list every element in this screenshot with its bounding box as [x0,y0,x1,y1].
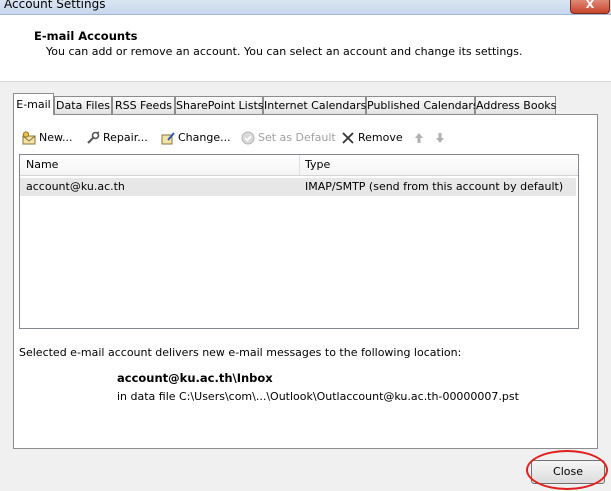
repair-button[interactable]: Repair... [86,130,148,146]
data-file-path: in data file C:\Users\com\...\Outlook\Ou… [117,390,519,403]
repair-button-label: Repair... [103,131,148,144]
arrow-down-icon [433,131,447,145]
header-panel: E-mail Accounts You can add or remove an… [0,15,611,82]
tab-sharepoint-lists[interactable]: SharePoint Lists [175,96,264,114]
move-up-button[interactable] [412,130,429,146]
tab-email[interactable]: E-mail [13,93,54,115]
arrow-up-icon [412,131,426,145]
page-subtitle: You can add or remove an account. You ca… [46,45,523,58]
wrench-icon [86,131,100,145]
tab-internet-calendars[interactable]: Internet Calendars [263,96,366,114]
delivery-location: account@ku.ac.th\Inbox [117,371,273,385]
title-bar: Account Settings X [0,0,611,15]
new-account-icon [22,131,36,145]
tab-data-files[interactable]: Data Files [54,96,112,114]
set-default-button-label: Set as Default [258,131,336,144]
new-button[interactable]: New... [22,130,72,146]
account-type-cell: IMAP/SMTP (send from this account by def… [305,180,564,193]
change-account-icon [161,131,175,145]
window-close-button[interactable]: X [570,0,610,14]
close-button[interactable]: Close [531,460,605,484]
tab-address-books[interactable]: Address Books [475,96,556,114]
delivery-description: Selected e-mail account delivers new e-m… [19,346,462,359]
column-divider[interactable] [299,155,300,175]
page-title: E-mail Accounts [34,29,138,43]
list-header: Name Type [20,155,578,176]
column-header-type[interactable]: Type [305,155,330,175]
remove-x-icon [341,131,355,145]
table-row[interactable]: account@ku.ac.th IMAP/SMTP (send from th… [20,178,576,196]
remove-button-label: Remove [358,131,403,144]
set-default-button[interactable]: Set as Default [241,130,336,146]
checkmark-icon [241,131,255,145]
change-button-label: Change... [178,131,231,144]
window-title: Account Settings [4,0,106,11]
new-button-label: New... [39,131,73,144]
tab-published-calendars[interactable]: Published Calendars [366,96,479,114]
tab-rss-feeds[interactable]: RSS Feeds [112,96,175,114]
move-down-button[interactable] [433,130,450,146]
remove-button[interactable]: Remove [341,130,403,146]
account-name-cell: account@ku.ac.th [26,180,125,193]
column-header-name[interactable]: Name [26,155,58,175]
account-list[interactable]: Name Type account@ku.ac.th IMAP/SMTP (se… [19,154,579,329]
change-button[interactable]: Change... [161,130,231,146]
